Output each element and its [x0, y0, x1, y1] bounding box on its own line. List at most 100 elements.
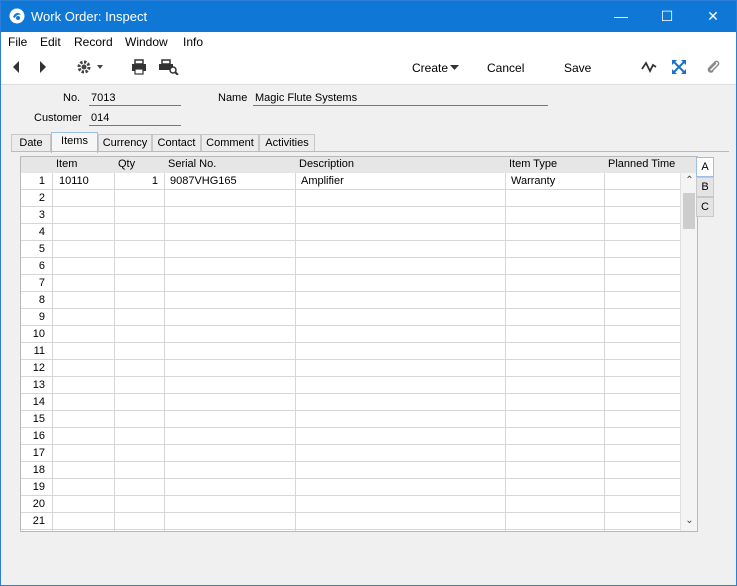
row-number: 9: [38, 311, 45, 323]
app-window: Work Order: Inspect — ☐ ✕ File Edit Reco…: [0, 0, 737, 586]
vertical-scrollbar[interactable]: ⌃ ⌄: [680, 173, 697, 531]
table-row[interactable]: 2: [21, 190, 680, 207]
print-preview-icon[interactable]: [159, 59, 179, 75]
row-number: 21: [32, 515, 45, 527]
menu-info[interactable]: Info: [183, 35, 203, 49]
menu-bar: File Edit Record Window Info: [1, 32, 736, 52]
name-label: Name: [218, 92, 248, 104]
row-number: 20: [32, 498, 45, 510]
row-number: 14: [32, 396, 45, 408]
close-button[interactable]: ✕: [690, 1, 736, 32]
side-tab-a[interactable]: A: [696, 157, 714, 177]
row-number: 12: [32, 362, 45, 374]
table-row[interactable]: 12: [21, 360, 680, 377]
table-row[interactable]: 11: [21, 343, 680, 360]
tab-activities[interactable]: Activities: [259, 134, 315, 152]
customer-label: Customer: [34, 112, 82, 124]
grid-header: Item Qty Serial No. Description Item Typ…: [21, 157, 697, 173]
cell-item-type[interactable]: Warranty: [511, 175, 555, 187]
row-number: 3: [38, 209, 45, 221]
name-field[interactable]: Magic Flute Systems: [253, 91, 548, 106]
row-number: 5: [38, 243, 45, 255]
menu-file[interactable]: File: [8, 35, 27, 49]
table-row[interactable]: 7: [21, 275, 680, 292]
row-number: 6: [38, 260, 45, 272]
row-number: 16: [32, 430, 45, 442]
minimize-button[interactable]: —: [598, 1, 644, 32]
gear-menu-icon[interactable]: [76, 59, 106, 75]
cell-qty[interactable]: 1: [116, 175, 158, 187]
side-tab-b[interactable]: B: [696, 177, 714, 197]
cell-serial-no[interactable]: 9087VHG165: [170, 175, 237, 187]
row-number: 18: [32, 464, 45, 476]
tab-items[interactable]: Items: [51, 132, 98, 153]
table-row[interactable]: 8: [21, 292, 680, 309]
create-button[interactable]: Create: [412, 61, 448, 75]
scroll-down-icon[interactable]: ⌄: [681, 515, 697, 526]
app-logo-icon: [9, 8, 25, 24]
tab-divider: [11, 151, 729, 152]
row-number: 15: [32, 413, 45, 425]
table-row[interactable]: 5: [21, 241, 680, 258]
table-row[interactable]: 21: [21, 513, 680, 530]
cell-item[interactable]: 10110: [59, 175, 89, 187]
table-row[interactable]: 17: [21, 445, 680, 462]
row-number: 2: [38, 192, 45, 204]
row-number: 11: [33, 345, 45, 357]
scrollbar-thumb[interactable]: [683, 193, 695, 229]
table-row[interactable]: 6: [21, 258, 680, 275]
column-header-qty[interactable]: Qty: [118, 158, 135, 170]
row-number: 13: [32, 379, 45, 391]
table-row[interactable]: 18: [21, 462, 680, 479]
cell-description[interactable]: Amplifier: [301, 175, 344, 187]
tab-contact[interactable]: Contact: [152, 134, 201, 152]
row-number: 10: [32, 328, 45, 340]
expand-icon[interactable]: [671, 59, 687, 75]
table-row[interactable]: 14: [21, 394, 680, 411]
tab-date[interactable]: Date: [11, 134, 51, 152]
row-number: 1: [38, 175, 45, 187]
table-row[interactable]: 9: [21, 309, 680, 326]
no-label: No.: [63, 92, 81, 104]
column-header-item-type[interactable]: Item Type: [509, 158, 557, 170]
maximize-button[interactable]: ☐: [644, 1, 690, 32]
window-title: Work Order: Inspect: [31, 9, 148, 24]
row-number: 4: [38, 226, 45, 238]
save-button[interactable]: Save: [564, 61, 591, 75]
row-number: 7: [38, 277, 45, 289]
table-row[interactable]: 13: [21, 377, 680, 394]
column-header-planned-time[interactable]: Planned Time: [608, 158, 675, 170]
menu-edit[interactable]: Edit: [40, 35, 61, 49]
previous-record-icon[interactable]: [10, 59, 22, 75]
column-header-item[interactable]: Item: [56, 158, 77, 170]
table-row[interactable]: 4: [21, 224, 680, 241]
items-grid: Item Qty Serial No. Description Item Typ…: [20, 156, 698, 532]
title-bar: Work Order: Inspect — ☐ ✕: [1, 1, 736, 32]
row-number: 19: [32, 481, 45, 493]
side-tab-c[interactable]: C: [696, 197, 714, 217]
no-field[interactable]: 7013: [89, 91, 181, 106]
row-number: 8: [38, 294, 45, 306]
cancel-button[interactable]: Cancel: [487, 61, 524, 75]
customer-field[interactable]: 014: [89, 111, 181, 126]
paperclip-icon[interactable]: [705, 59, 721, 75]
row-number: 17: [32, 447, 45, 459]
table-row[interactable]: 1 10110 1 9087VHG165 Amplifier Warranty: [21, 173, 680, 190]
tab-comment[interactable]: Comment: [201, 134, 259, 152]
chevron-down-icon[interactable]: [450, 65, 459, 71]
table-row[interactable]: 16: [21, 428, 680, 445]
menu-window[interactable]: Window: [125, 35, 168, 49]
activity-icon[interactable]: [641, 59, 657, 75]
column-header-description[interactable]: Description: [299, 158, 354, 170]
column-header-serial-no[interactable]: Serial No.: [168, 158, 216, 170]
table-row[interactable]: 19: [21, 479, 680, 496]
table-row[interactable]: 20: [21, 496, 680, 513]
next-record-icon[interactable]: [37, 59, 49, 75]
menu-record[interactable]: Record: [74, 35, 113, 49]
table-row[interactable]: 10: [21, 326, 680, 343]
table-row[interactable]: 15: [21, 411, 680, 428]
tab-currency[interactable]: Currency: [98, 134, 152, 152]
toolbar: Create Cancel Save: [1, 52, 736, 85]
print-icon[interactable]: [131, 59, 147, 75]
table-row[interactable]: 3: [21, 207, 680, 224]
